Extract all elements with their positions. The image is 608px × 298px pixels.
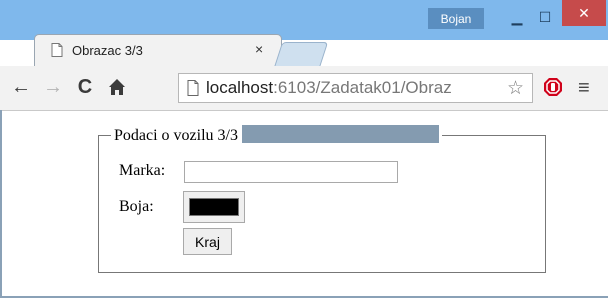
stop-sign-icon[interactable] [543, 77, 563, 97]
page-icon [51, 43, 63, 57]
kraj-button[interactable]: Kraj [183, 228, 232, 255]
star-icon[interactable]: ☆ [507, 77, 524, 100]
color-swatch [189, 198, 239, 216]
boja-label: Boja: [119, 198, 154, 215]
marka-label: Marka: [119, 162, 166, 179]
url-text[interactable]: localhost:6103/Zadatak01/Obraz [206, 78, 502, 98]
boja-color-picker[interactable] [183, 191, 245, 223]
maximize-icon[interactable]: ☐ [533, 6, 557, 28]
back-arrow-icon[interactable]: ← [10, 76, 32, 98]
vehicle-fieldset: Podaci o vozilu 3/3 [98, 125, 546, 273]
page-content: Podaci o vozilu 3/3 Marka: Boja: Kraj [0, 111, 608, 298]
browser-toolbar: ← → C localhost:6103/Zadatak01/Obraz ☆ ≡ [0, 66, 608, 111]
fieldset-legend: Podaci o vozilu 3/3 [111, 125, 442, 145]
legend-text: Podaci o vozilu 3/3 [114, 127, 238, 144]
tab-title: Obrazac 3/3 [72, 43, 143, 58]
new-tab-button[interactable] [273, 42, 329, 68]
forward-arrow-icon[interactable]: → [42, 76, 64, 98]
url-host: localhost [206, 78, 274, 97]
page-icon [187, 80, 199, 96]
reload-icon[interactable]: C [74, 76, 96, 98]
tab-obrazac[interactable]: Obrazac 3/3 × [34, 34, 282, 66]
address-bar[interactable]: localhost:6103/Zadatak01/Obraz ☆ [178, 73, 533, 103]
marka-input[interactable] [184, 161, 398, 183]
tab-close-icon[interactable]: × [255, 41, 263, 57]
minimize-icon[interactable]: ▁ [505, 6, 529, 28]
legend-progress-bar [241, 125, 439, 143]
home-icon-glyph [109, 79, 125, 95]
hamburger-menu-icon[interactable]: ≡ [578, 77, 590, 100]
url-path: :6103/Zadatak01/Obraz [273, 78, 452, 97]
close-icon[interactable]: ✕ [562, 0, 606, 26]
user-badge[interactable]: Bojan [428, 8, 484, 29]
home-icon[interactable] [106, 76, 128, 98]
